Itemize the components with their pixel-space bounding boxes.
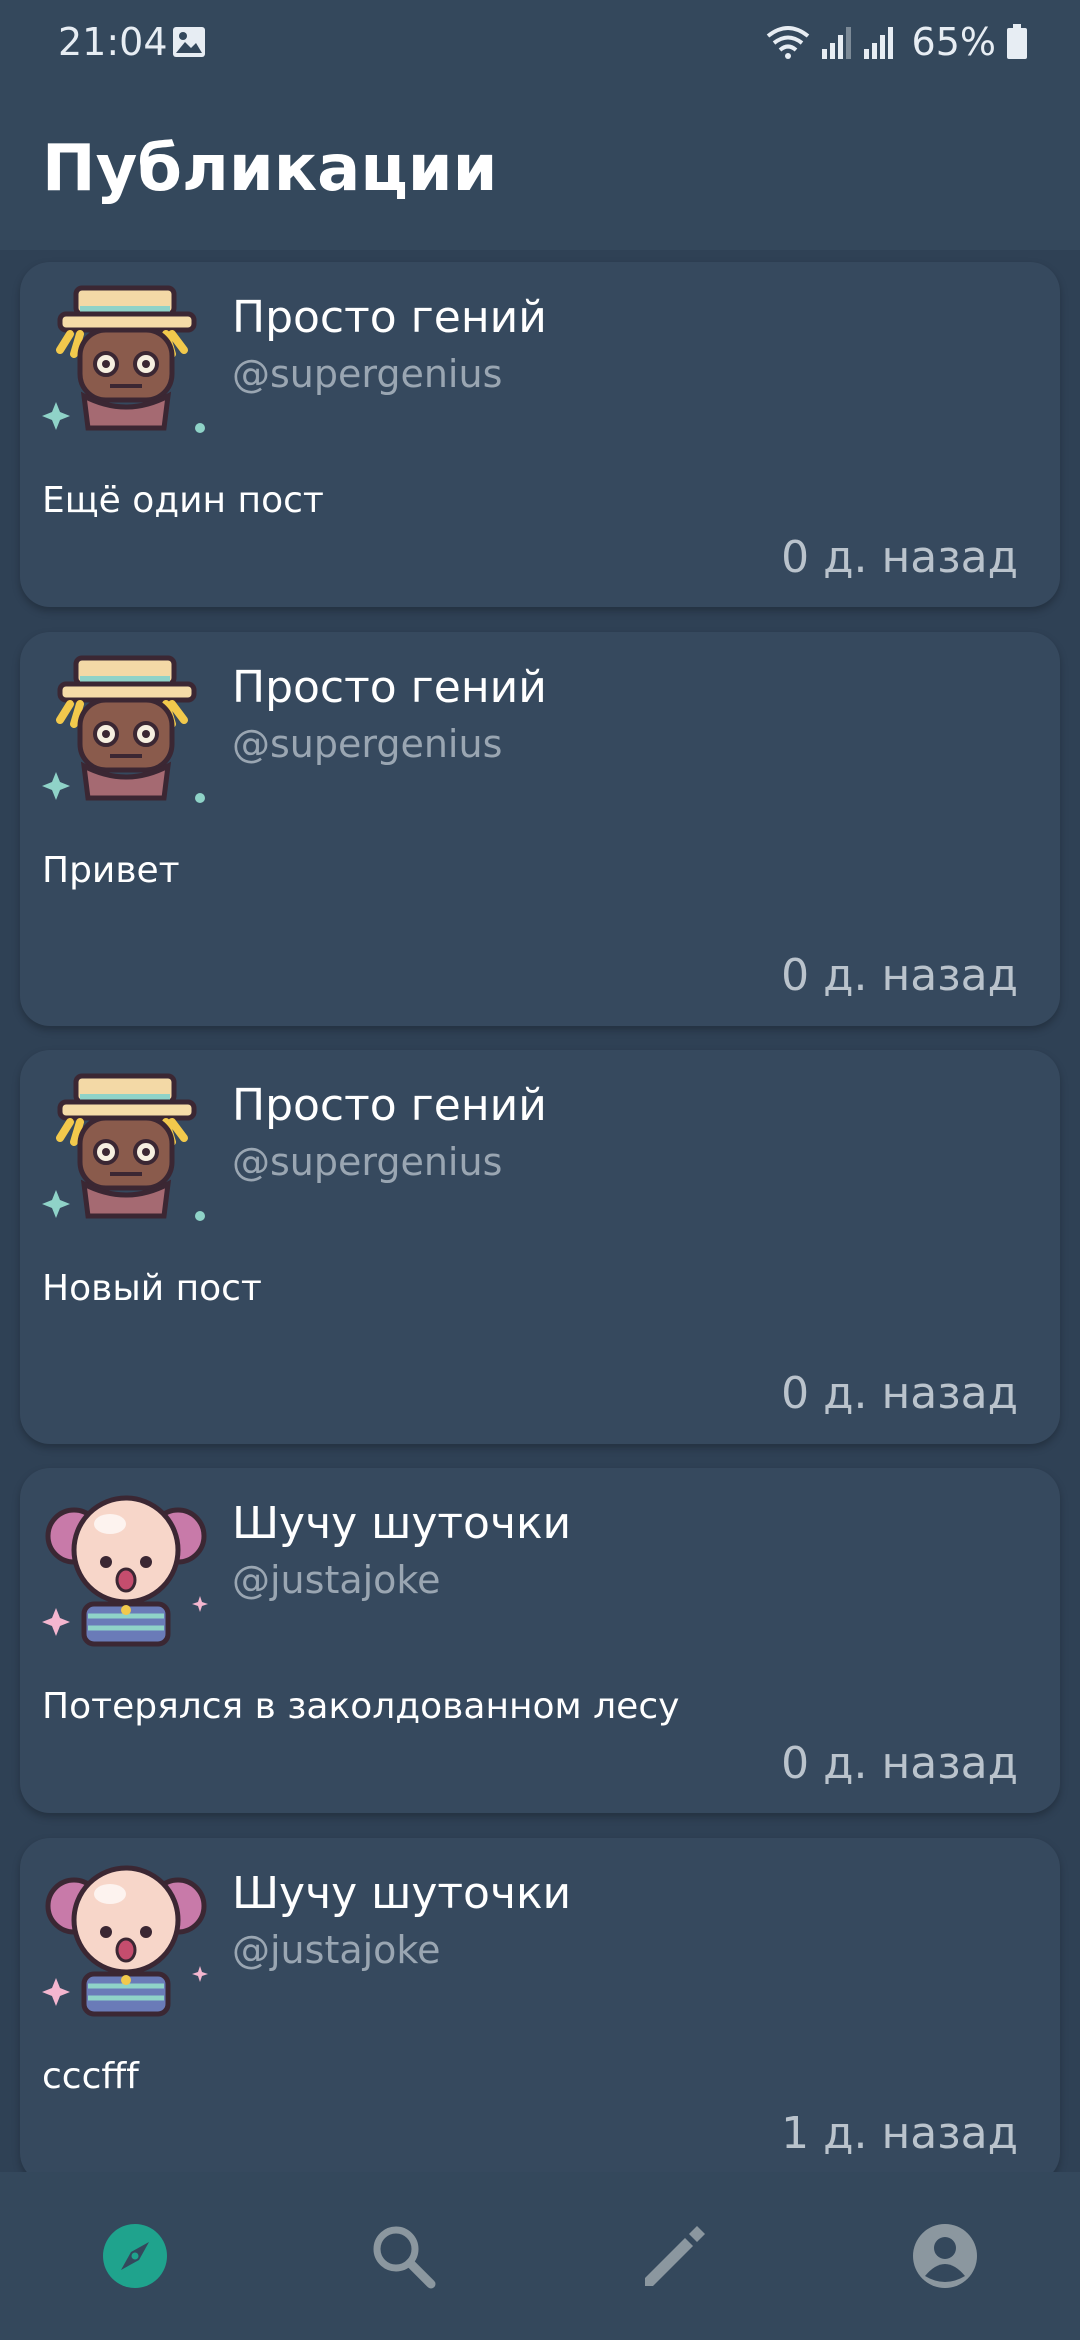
battery-icon bbox=[1007, 24, 1027, 59]
post-card[interactable]: Просто гений @supergenius Привет 0 д. на… bbox=[20, 632, 1060, 1026]
nav-search[interactable] bbox=[353, 2206, 453, 2306]
app-header: Публикации bbox=[0, 88, 1080, 250]
search-icon bbox=[373, 2226, 436, 2289]
scarecrow-avatar[interactable] bbox=[40, 278, 212, 450]
post-text: Привет bbox=[42, 850, 180, 891]
scarecrow-avatar[interactable] bbox=[40, 1066, 212, 1238]
post-text: Новый пост bbox=[42, 1268, 262, 1309]
post-text: Ещё один пост bbox=[42, 480, 324, 521]
clown-avatar[interactable] bbox=[40, 1484, 212, 1656]
bottom-navigation bbox=[0, 2172, 1080, 2340]
pencil-icon bbox=[645, 2226, 705, 2286]
author-name[interactable]: Просто гений bbox=[232, 662, 547, 713]
wifi-icon bbox=[766, 26, 809, 59]
author-handle[interactable]: @justajoke bbox=[232, 1928, 440, 1972]
post-timestamp: 1 д. назад bbox=[781, 2108, 1018, 2159]
signal-1-icon bbox=[821, 27, 851, 59]
battery-percent: 65% bbox=[911, 20, 996, 64]
account-icon bbox=[913, 2224, 977, 2288]
nav-profile[interactable] bbox=[895, 2206, 995, 2306]
compass-icon bbox=[103, 2224, 167, 2288]
page-title: Публикации bbox=[42, 132, 498, 206]
post-card[interactable]: Шучу шуточки @justajoke cccfff 1 д. наза… bbox=[20, 1838, 1060, 2183]
author-name[interactable]: Шучу шуточки bbox=[232, 1498, 571, 1549]
clown-avatar[interactable] bbox=[40, 1854, 212, 2026]
author-name[interactable]: Просто гений bbox=[232, 1080, 547, 1131]
status-indicators: 65% bbox=[766, 20, 1028, 64]
author-handle[interactable]: @supergenius bbox=[232, 1140, 502, 1184]
post-card[interactable]: Просто гений @supergenius Новый пост 0 д… bbox=[20, 1050, 1060, 1444]
author-name[interactable]: Просто гений bbox=[232, 292, 547, 343]
post-card[interactable]: Шучу шуточки @justajoke Потерялся в зако… bbox=[20, 1468, 1060, 1813]
post-timestamp: 0 д. назад bbox=[781, 1368, 1018, 1419]
author-handle[interactable]: @justajoke bbox=[232, 1558, 440, 1602]
post-timestamp: 0 д. назад bbox=[781, 532, 1018, 583]
author-handle[interactable]: @supergenius bbox=[232, 722, 502, 766]
gallery-notification-icon bbox=[173, 27, 205, 57]
scarecrow-avatar[interactable] bbox=[40, 648, 212, 820]
signal-2-icon bbox=[863, 27, 893, 59]
post-card[interactable]: Просто гений @supergenius Ещё один пост … bbox=[20, 262, 1060, 607]
author-handle[interactable]: @supergenius bbox=[232, 352, 502, 396]
post-timestamp: 0 д. назад bbox=[781, 1738, 1018, 1789]
post-text: Потерялся в заколдованном лесу bbox=[42, 1686, 680, 1727]
post-text: cccfff bbox=[42, 2056, 139, 2097]
nav-explore[interactable] bbox=[85, 2206, 185, 2306]
nav-write[interactable] bbox=[625, 2206, 725, 2306]
author-name[interactable]: Шучу шуточки bbox=[232, 1868, 571, 1919]
post-timestamp: 0 д. назад bbox=[781, 950, 1018, 1001]
status-bar: 21:04 65% bbox=[0, 0, 1080, 88]
status-time: 21:04 bbox=[58, 20, 168, 64]
